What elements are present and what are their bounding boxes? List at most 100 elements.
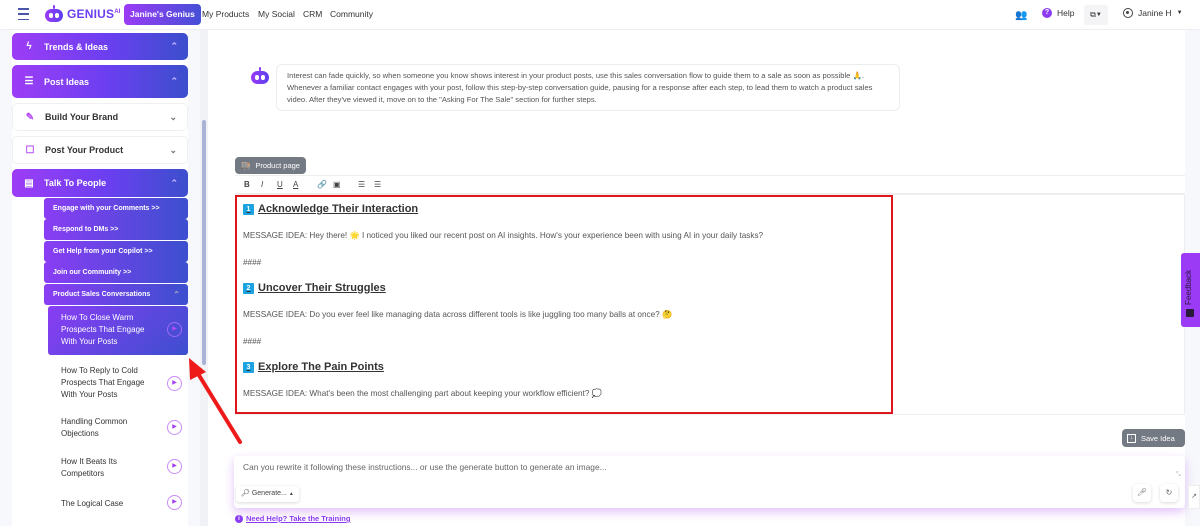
ordered-list-icon[interactable]: ☰ [358,180,365,189]
training-help-link[interactable]: i Need Help? Take the Training [235,514,350,523]
sidebar-section-post-ideas[interactable]: ☰ Post Ideas ⌃ [12,65,188,98]
sidebar-section-talk-to-people[interactable]: ▤ Talk To People ⌃ [12,169,188,197]
generate-label: Generate... [251,490,287,497]
pencil-icon: ✎ [25,111,35,123]
top-navbar: GENIUSAI Janine's Genius My Products My … [0,0,1200,30]
genius-logo[interactable]: GENIUSAI [44,5,121,23]
play-icon[interactable]: ▶ [167,376,182,391]
step-title: Uncover Their Struggles [258,282,386,294]
refresh-icon: ↻ [1165,488,1173,497]
sidebar-sub-copilot[interactable]: Get Help from your Copilot >> [44,241,188,262]
sidebar-section-trends-ideas[interactable]: ϟ Trends & Ideas ⌃ [12,33,188,60]
chat-icon: ▤ [24,177,34,189]
info-icon: i [235,514,243,523]
feedback-label: Feedback [1184,269,1193,305]
chevron-up-icon: ⌃ [170,41,178,51]
microphone-icon: 🎤︎ [1136,488,1148,497]
step-heading: 2 Uncover Their Struggles [243,282,386,294]
chevron-down-icon: ⌄ [169,111,177,122]
separator: #### [243,337,262,346]
play-icon[interactable]: ▶ [167,420,182,435]
section-label: Post Your Product [45,145,124,155]
step-number-badge: 3 [243,361,254,373]
sidebar-sub-respond-dms[interactable]: Respond to DMs >> [44,219,188,240]
nav-community[interactable]: Community [330,9,373,19]
hamburger-menu-icon[interactable] [18,8,29,20]
step-title: Explore The Pain Points [258,361,384,373]
chevron-down-icon: ⌄ [169,144,177,155]
list-icon: ☰ [24,76,34,87]
section-label: Trends & Ideas [44,41,109,52]
step-heading: 1 Acknowledge Their Interaction [243,203,418,215]
robot-avatar-icon [250,67,270,85]
generate-dropdown[interactable]: 🔎︎ Generate... ▲ [236,486,299,502]
text-color-button[interactable]: A [293,180,298,189]
sidebar-section-build-your-brand[interactable]: ✎ Build Your Brand ⌄ [12,103,188,131]
user-name: Janine H [1138,8,1172,18]
link-icon[interactable]: 🔗 [317,180,327,189]
lesson-label: How To Close Warm Prospects That Engage … [61,313,145,346]
message-idea: MESSAGE IDEA: What's been the most chall… [243,389,602,398]
refresh-button[interactable]: ↻ [1160,484,1178,502]
logo-text: GENIUS [67,7,115,21]
feedback-icon [1186,309,1194,317]
highlight-box [235,195,893,414]
chevron-up-icon: ⌃ [173,290,180,299]
caret-up-icon: ▲ [288,491,294,497]
editor-toolbar: B I U A 🔗 ▣ ☰ ☰ [235,175,1185,194]
collapse-toggle[interactable]: ↗ [1188,485,1200,509]
lesson-label: The Logical Case [61,499,124,508]
help-button[interactable]: ? Help [1042,8,1074,18]
sidebar-sub-engage-comments[interactable]: Engage with your Comments >> [44,198,188,219]
people-icon[interactable]: 👥 [1015,10,1027,21]
lesson-label: How To Reply to Cold Prospects That Enga… [61,366,145,399]
lesson-item[interactable]: How To Reply to Cold Prospects That Enga… [48,362,188,402]
storefront-icon: 🏬 [241,161,251,170]
sidebar-scrollbar-thumb[interactable] [202,120,206,365]
image-icon[interactable]: ▣ [333,180,341,189]
nav-crm[interactable]: CRM [303,9,322,19]
nav-my-social[interactable]: My Social [258,9,295,19]
italic-button[interactable]: I [261,180,263,189]
bullet-list-icon[interactable]: ☰ [374,180,381,189]
robot-logo-icon [44,5,64,23]
help-icon: ? [1042,8,1052,18]
play-icon[interactable]: ▶ [167,322,182,337]
lesson-label: How It Beats Its Competitors [61,457,118,478]
bookmark-icon: ☐ [25,144,35,156]
separator: #### [243,258,262,267]
message-idea: MESSAGE IDEA: Hey there! 🌟 I noticed you… [243,231,764,240]
download-icon: ↓ [1127,433,1136,443]
help-link-text: Need Help? Take the Training [246,514,351,523]
play-icon[interactable]: ▶ [167,459,182,474]
bolt-icon: ϟ [26,41,32,52]
lesson-item[interactable]: The Logical Case ▶ [48,495,188,515]
nav-janines-genius[interactable]: Janine's Genius [124,4,201,25]
step-number-badge: 1 [243,203,254,215]
intro-message: Interest can fade quickly, so when someo… [276,64,900,111]
feedback-tab[interactable]: Feedback [1181,253,1200,327]
user-circle-icon [1123,8,1133,18]
sidebar-section-post-your-product[interactable]: ☐ Post Your Product ⌄ [12,136,188,164]
play-icon[interactable]: ▶ [167,495,182,510]
underline-button[interactable]: U [277,180,283,189]
resize-handle-icon[interactable]: ⤡ [1176,472,1181,479]
step-number-badge: 2 [243,282,254,294]
product-page-button[interactable]: 🏬 Product page [235,157,306,174]
language-dropdown[interactable]: ⧉ ▼ [1084,5,1108,25]
microphone-button[interactable]: 🎤︎ [1133,484,1151,502]
lesson-item[interactable]: Handling Common Objections ▶ [48,413,188,443]
user-menu[interactable]: Janine H ▼ [1123,8,1183,18]
sidebar-sub-community[interactable]: Join our Community >> [44,262,188,283]
logo-sup: AI [114,9,121,15]
nav-my-products[interactable]: My Products [202,9,249,19]
save-idea-button[interactable]: ↓ Save Idea [1122,429,1185,447]
chevron-up-icon: ⌃ [170,177,178,188]
lesson-label: Handling Common Objections [61,417,128,438]
caret-down-icon: ▼ [1176,10,1183,16]
bold-button[interactable]: B [244,180,250,189]
chevron-up-icon: ⌃ [170,76,178,86]
sidebar-sub-product-sales[interactable]: Product Sales Conversations ⌃ [44,284,188,305]
lesson-item-active[interactable]: How To Close Warm Prospects That Engage … [48,306,188,355]
lesson-item[interactable]: How It Beats Its Competitors ▶ [48,453,188,483]
